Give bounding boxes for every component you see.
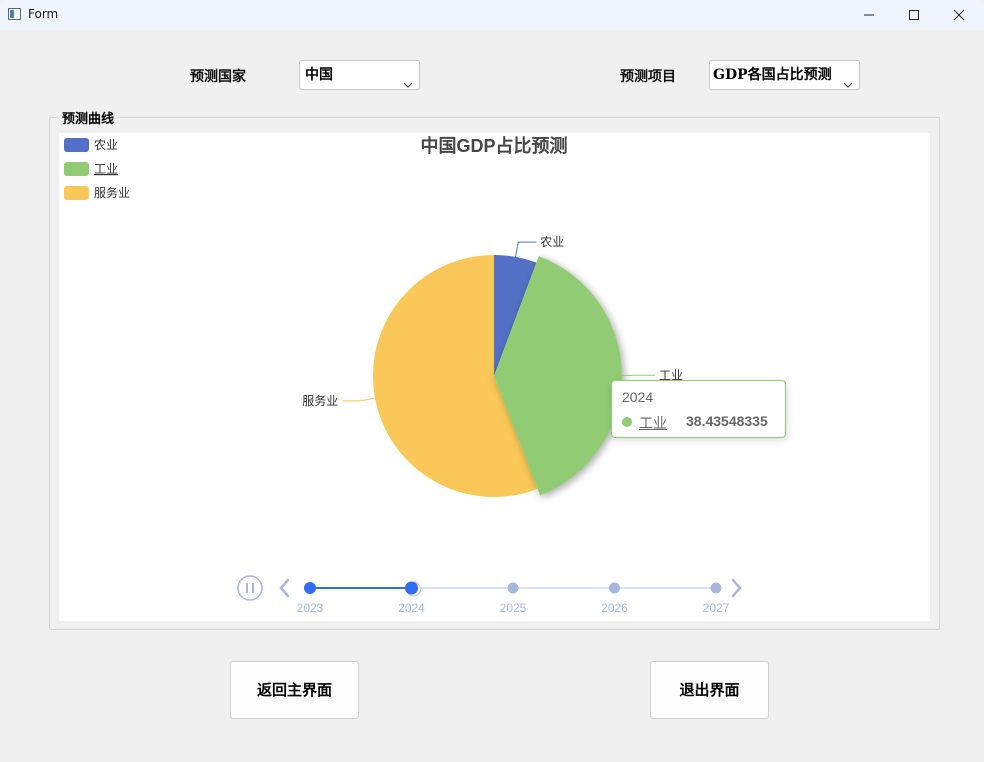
legend-swatch — [64, 162, 89, 176]
slice-label: 农业 — [540, 235, 564, 249]
tooltip-series-name: 工业 — [639, 415, 667, 431]
chart-title: 中国GDP占比预测 — [420, 135, 567, 156]
timeline-label: 2025 — [500, 601, 527, 615]
item-select[interactable]: GDP各国占比预测 — [709, 60, 860, 90]
tooltip-series-marker — [622, 417, 632, 427]
tooltip-year: 2024 — [622, 389, 654, 405]
chevron-down-icon — [403, 71, 413, 99]
timeline-label: 2027 — [703, 601, 730, 615]
legend-label: 农业 — [94, 138, 118, 152]
legend-label: 服务业 — [94, 185, 130, 200]
close-button[interactable] — [936, 0, 982, 30]
minimize-button[interactable] — [846, 0, 892, 30]
maximize-button[interactable] — [891, 0, 937, 30]
timeline-pause-button[interactable] — [237, 575, 263, 601]
chart-area: 中国GDP占比预测 农业 工业 服务业 农业 工业 服务业 2023 2024 2025 20… — [59, 133, 930, 621]
group-title: 预测曲线 — [58, 108, 119, 127]
label-leader-line — [515, 241, 537, 258]
legend-label: 工业 — [94, 162, 118, 176]
timeline-point[interactable]: 2023 — [297, 582, 324, 615]
legend-item[interactable]: 农业 — [64, 138, 118, 152]
timeline-point[interactable]: 2024 — [398, 581, 425, 616]
country-select[interactable]: 中国 — [299, 60, 420, 90]
timeline-label: 2026 — [601, 601, 628, 615]
app-window: Form 预测国家 中国 预测项目 GDP各国占比预测 预测曲线 中国GDP占比… — [0, 0, 984, 762]
item-label: 预测项目 — [620, 69, 676, 85]
back-to-main-button[interactable]: 返回主界面 — [230, 661, 359, 719]
country-label: 预测国家 — [190, 69, 246, 85]
label-leader-line — [342, 397, 376, 402]
app-icon — [8, 8, 21, 20]
chevron-down-icon — [843, 71, 853, 99]
window-title: Form — [28, 7, 59, 21]
slice-label: 服务业 — [302, 393, 338, 408]
exit-button[interactable]: 退出界面 — [650, 661, 769, 719]
timeline-prev-icon[interactable] — [279, 578, 290, 598]
legend-swatch — [64, 138, 89, 152]
legend-swatch — [64, 186, 89, 200]
country-select-value: 中国 — [305, 67, 333, 83]
timeline-label: 2023 — [297, 601, 324, 615]
legend-item[interactable]: 工业 — [64, 162, 118, 176]
tooltip-value: 38.43548335 — [686, 413, 768, 429]
chart-tooltip: 2024 工业 38.43548335 — [611, 380, 786, 438]
pie-chart: 中国GDP占比预测 农业工业服务业 农业工业服务业 2023 2024 2025 20… — [64, 135, 742, 616]
legend-item[interactable]: 服务业 — [64, 185, 130, 200]
item-select-value: GDP各国占比预测 — [713, 67, 832, 83]
title-bar: Form — [0, 0, 984, 30]
timeline-label: 2024 — [398, 601, 425, 615]
timeline-next-icon[interactable] — [731, 578, 742, 598]
